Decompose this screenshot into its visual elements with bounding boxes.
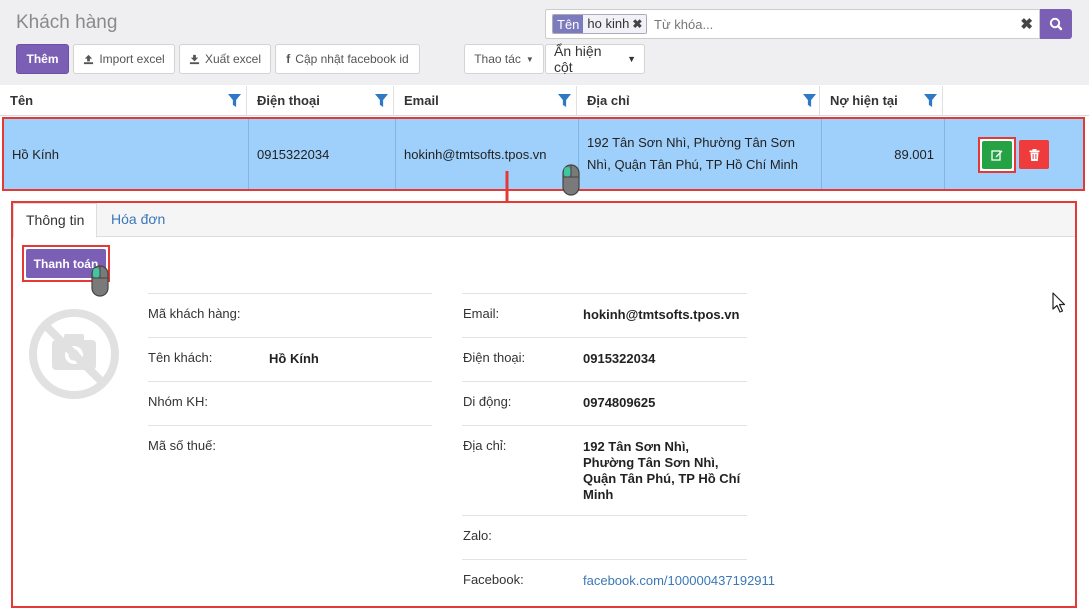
- customer-group-label: Nhóm KH:: [148, 394, 208, 409]
- export-excel-button[interactable]: Xuất excel: [179, 44, 271, 74]
- info-row-facebook: Facebook: facebook.com/100000437192911: [462, 559, 775, 603]
- filter-icon[interactable]: [228, 94, 241, 107]
- trash-icon: [1029, 148, 1039, 161]
- column-header-label: Email: [404, 93, 439, 108]
- facebook-label: Facebook:: [463, 572, 524, 587]
- column-header-address[interactable]: Địa chỉ: [577, 86, 820, 116]
- export-excel-label: Xuất excel: [204, 52, 262, 66]
- upload-icon: [84, 54, 94, 64]
- search-button[interactable]: [1040, 9, 1072, 39]
- customer-code-label: Mã khách hàng:: [148, 306, 241, 321]
- import-excel-button[interactable]: Import excel: [73, 44, 175, 74]
- mouse-icon: [91, 265, 109, 297]
- search-input[interactable]: [652, 14, 1012, 34]
- actions-label: Thao tác: [474, 52, 521, 66]
- actions-dropdown[interactable]: Thao tác ▼: [464, 44, 544, 74]
- remove-tag-icon[interactable]: ✖: [632, 15, 642, 33]
- cell-phone: 0915322034: [249, 119, 396, 189]
- grid-header: Tên Điện thoại Email Địa chỉ Nợ hiện tại: [0, 86, 1089, 116]
- filter-tag: Tên ho kinh ✖: [552, 14, 648, 34]
- email-value: hokinh@tmtsofts.tpos.vn: [583, 307, 740, 322]
- tab-invoices[interactable]: Hóa đơn: [99, 203, 177, 237]
- column-header-debt[interactable]: Nợ hiện tại: [820, 86, 943, 116]
- info-row-address: Địa chỉ: 192 Tân Sơn Nhì, Phường Tân Sơn…: [462, 425, 747, 515]
- facebook-icon: f: [286, 52, 291, 66]
- delete-button[interactable]: [1019, 140, 1049, 169]
- toggle-columns-label: Ẩn hiện cột: [554, 43, 602, 75]
- search-icon: [1049, 17, 1063, 31]
- phone-value: 0915322034: [583, 351, 656, 366]
- clear-search-icon[interactable]: ✖: [1020, 15, 1033, 33]
- filter-icon[interactable]: [375, 94, 388, 107]
- add-button-label: Thêm: [26, 52, 59, 66]
- cursor-icon: [1052, 292, 1066, 313]
- no-camera-icon: [29, 309, 119, 399]
- cell-address: 192 Tân Sơn Nhì, Phường Tân Sơn Nhì, Quậ…: [579, 119, 822, 189]
- email-label: Email:: [463, 306, 500, 321]
- info-row-customer-group: Nhóm KH:: [148, 381, 432, 425]
- facebook-link[interactable]: facebook.com/100000437192911: [583, 573, 775, 588]
- column-header-label: Điện thoại: [257, 93, 320, 108]
- download-icon: [189, 54, 200, 64]
- zalo-label: Zalo:: [463, 528, 492, 543]
- search-box: Tên ho kinh ✖ ✖: [545, 9, 1040, 39]
- column-header-label: Địa chỉ: [587, 93, 630, 108]
- filter-icon[interactable]: [924, 94, 937, 107]
- customer-name-value: Hồ Kính: [269, 351, 319, 366]
- info-row-customer-name: Tên khách: Hồ Kính: [148, 337, 432, 381]
- filter-tag-value-wrap: ho kinh ✖: [583, 15, 647, 33]
- mobile-value: 0974809625: [583, 395, 656, 410]
- filter-icon[interactable]: [803, 94, 816, 107]
- import-excel-label: Import excel: [99, 52, 165, 66]
- mobile-label: Di động:: [463, 394, 512, 409]
- detail-tabs: Thông tin Hóa đơn: [13, 203, 1075, 238]
- toggle-columns-dropdown[interactable]: Ẩn hiện cột ▼: [545, 43, 645, 75]
- info-row-email: Email: hokinh@tmtsofts.tpos.vn: [462, 293, 747, 337]
- mouse-icon: [562, 164, 580, 196]
- info-row-tax-code: Mã số thuế:: [148, 425, 432, 469]
- edit-button[interactable]: [982, 141, 1012, 169]
- info-row-phone: Điện thoại: 0915322034: [462, 337, 747, 381]
- column-header-name[interactable]: Tên: [0, 86, 247, 116]
- info-row-zalo: Zalo:: [462, 515, 747, 559]
- column-header-label: Tên: [10, 93, 34, 108]
- table-row[interactable]: Hồ Kính 0915322034 hokinh@tmtsofts.tpos.…: [2, 117, 1085, 191]
- column-header-phone[interactable]: Điện thoại: [247, 86, 394, 116]
- customer-name-label: Tên khách:: [148, 350, 213, 365]
- info-row-customer-code: Mã khách hàng:: [148, 293, 432, 337]
- update-facebook-id-button[interactable]: f Cập nhật facebook id: [275, 44, 420, 74]
- info-row-mobile: Di động: 0974809625: [462, 381, 747, 425]
- phone-label: Điện thoại:: [463, 350, 526, 365]
- column-header-label: Nợ hiện tại: [830, 93, 898, 108]
- cell-debt: 89.001: [822, 119, 945, 189]
- tab-info[interactable]: Thông tin: [13, 203, 98, 238]
- filter-tag-key: Tên: [553, 15, 584, 33]
- filter-icon[interactable]: [558, 94, 571, 107]
- caret-down-icon: ▼: [627, 54, 636, 64]
- filter-tag-value: ho kinh: [587, 16, 630, 31]
- cell-name: Hồ Kính: [4, 119, 249, 189]
- address-label: Địa chỉ:: [463, 438, 507, 453]
- address-value: 192 Tân Sơn Nhì, Phường Tân Sơn Nhì, Quậ…: [583, 439, 741, 502]
- page-title: Khách hàng: [16, 12, 118, 33]
- add-button[interactable]: Thêm: [16, 44, 69, 74]
- edit-button-highlight: [978, 137, 1016, 173]
- edit-icon: [991, 150, 1003, 161]
- caret-down-icon: ▼: [525, 54, 534, 64]
- update-facebook-id-label: Cập nhật facebook id: [295, 52, 409, 66]
- column-header-email[interactable]: Email: [394, 86, 577, 116]
- tax-code-label: Mã số thuế:: [148, 438, 216, 453]
- cell-email: hokinh@tmtsofts.tpos.vn: [396, 119, 579, 189]
